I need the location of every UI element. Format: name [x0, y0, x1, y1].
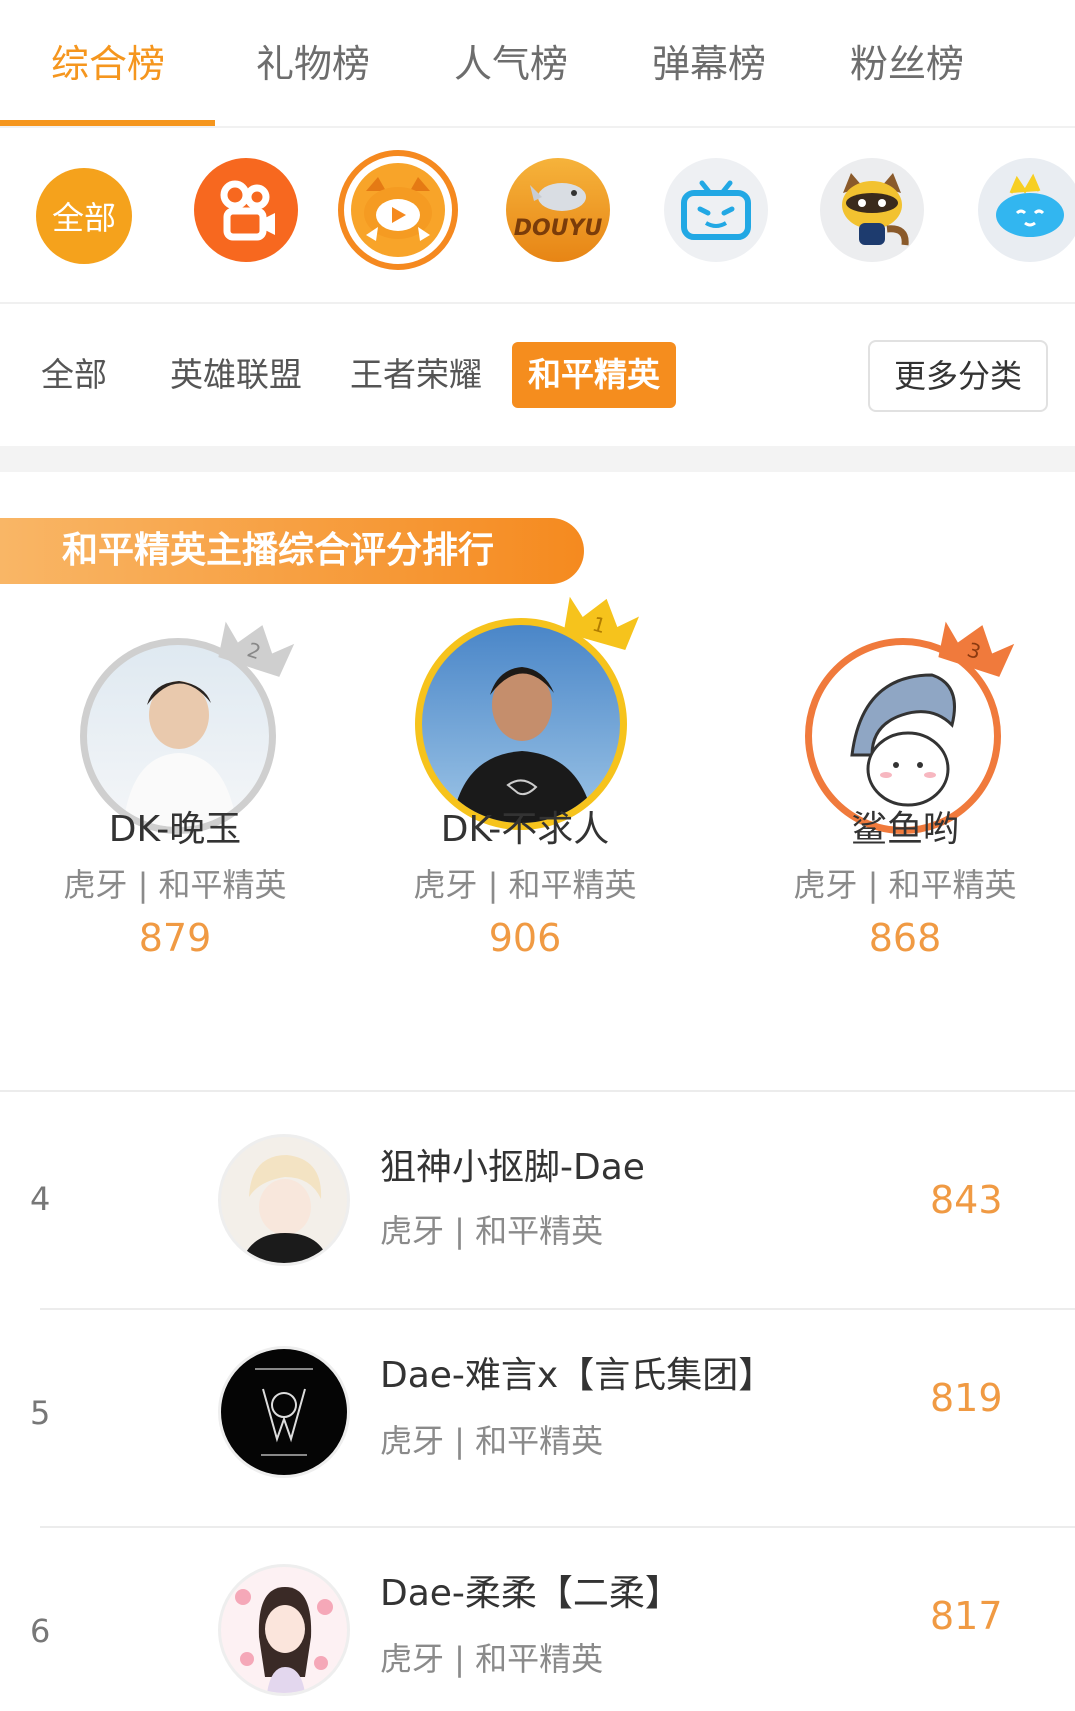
- tab-gift[interactable]: 礼物榜: [228, 36, 398, 92]
- list-rank: 6: [30, 1612, 51, 1650]
- tab-danmaku[interactable]: 弹幕榜: [624, 36, 794, 92]
- kuaishou-icon[interactable]: [194, 158, 298, 262]
- ranking-title: 和平精英主播综合评分排行: [62, 530, 495, 571]
- streamer-name: DK-晚玉: [108, 809, 242, 850]
- streamer-platform: 虎牙 | 和平精英: [380, 1640, 604, 1678]
- list-rank: 5: [30, 1394, 51, 1432]
- active-tab-indicator: [0, 120, 215, 126]
- tab-overall[interactable]: 综合榜: [23, 36, 193, 92]
- huya-icon[interactable]: [338, 150, 458, 270]
- streamer-score: 819: [930, 1376, 1003, 1420]
- streamer-score: 879: [138, 916, 212, 960]
- streamer-score: 906: [488, 916, 562, 960]
- ranking-title-banner: 和平精英主播综合评分排行: [0, 518, 584, 584]
- yy-icon[interactable]: [820, 158, 924, 262]
- platform-selector: 全部 DOUYU: [0, 128, 1075, 304]
- avatar: [218, 1564, 350, 1696]
- streamer-platform: 虎牙 | 和平精英: [380, 1212, 604, 1250]
- streamer-name: 狙神小抠脚-Dae: [380, 1147, 645, 1188]
- list-item[interactable]: 4 狙神小抠脚-Dae 虎牙 | 和平精英 843: [0, 1092, 1075, 1310]
- category-all[interactable]: 全部: [36, 342, 112, 408]
- streamer-platform: 虎牙 | 和平精英: [380, 1422, 604, 1460]
- streamer-score: 868: [868, 916, 942, 960]
- chushou-icon[interactable]: [978, 158, 1075, 262]
- more-categories-button[interactable]: 更多分类: [868, 340, 1048, 412]
- avatar: [218, 1346, 350, 1478]
- streamer-score: 817: [930, 1594, 1003, 1638]
- category-honor-of-kings[interactable]: 王者荣耀: [350, 342, 482, 408]
- category-lol[interactable]: 英雄联盟: [170, 342, 302, 408]
- list-item[interactable]: 5 Dae-难言x【言氏集团】 虎牙 | 和平精英 819: [0, 1310, 1075, 1528]
- yy-logo: [842, 173, 909, 246]
- silver-crown-icon: 2: [218, 621, 295, 677]
- kuaishou-logo: [220, 180, 275, 241]
- huya-logo: [351, 163, 445, 257]
- streamer-score: 843: [930, 1178, 1003, 1222]
- streamer-name: DK-不求人: [440, 809, 610, 850]
- gold-crown-icon: 1: [563, 596, 640, 651]
- podium-rank-2[interactable]: 2 DK-晚玉 虎牙 | 和平精英 879: [5, 600, 345, 1060]
- douyu-logo: DOUYU: [514, 183, 603, 241]
- ranking-tabs: 综合榜 礼物榜 人气榜 弹幕榜 粉丝榜: [0, 0, 1075, 128]
- category-filter: 全部 英雄联盟 王者荣耀 和平精英 更多分类: [0, 304, 1075, 444]
- avatar: [218, 1134, 350, 1266]
- streamer-platform: 虎牙 | 和平精英: [413, 866, 637, 904]
- streamer-name: Dae-柔柔【二柔】: [380, 1573, 681, 1614]
- streamer-name: Dae-难言x【言氏集团】: [380, 1355, 775, 1396]
- platform-all-label: 全部: [51, 199, 116, 237]
- podium-rank-3[interactable]: 3 鲨鱼哟 虎牙 | 和平精英 868: [735, 600, 1075, 1060]
- section-gap: [0, 446, 1075, 472]
- chushou-logo: [996, 173, 1064, 237]
- tab-fans[interactable]: 粉丝榜: [822, 36, 992, 92]
- streamer-platform: 虎牙 | 和平精英: [793, 866, 1017, 904]
- streamer-name: 鲨鱼哟: [850, 809, 959, 850]
- tab-popularity[interactable]: 人气榜: [426, 36, 596, 92]
- svg-text:DOUYU: DOUYU: [514, 216, 603, 241]
- streamer-platform: 虎牙 | 和平精英: [63, 866, 287, 904]
- podium-rank-1[interactable]: 1 DK-不求人 虎牙 | 和平精英 906: [355, 596, 695, 1060]
- category-peacekeeper-elite[interactable]: 和平精英: [512, 342, 676, 408]
- douyu-icon[interactable]: DOUYU: [506, 158, 610, 262]
- list-rank: 4: [30, 1180, 51, 1218]
- bronze-crown-icon: 3: [938, 621, 1015, 677]
- list-item[interactable]: 6 Dae-柔柔【二柔】 虎牙 | 和平精英 817: [0, 1528, 1075, 1711]
- bilibili-logo: [681, 180, 751, 240]
- platform-all-button[interactable]: 全部: [36, 168, 132, 264]
- bilibili-icon[interactable]: [664, 158, 768, 262]
